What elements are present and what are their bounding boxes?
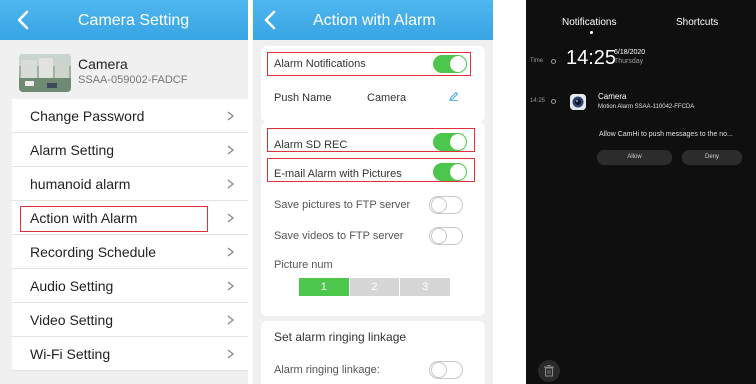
page-title: Camera Setting bbox=[78, 12, 190, 29]
chevron-right-icon bbox=[227, 145, 234, 155]
chevron-right-icon bbox=[227, 247, 234, 257]
toggle-knob bbox=[431, 228, 447, 244]
chevron-right-icon bbox=[227, 349, 234, 359]
page-title: Action with Alarm bbox=[313, 12, 436, 29]
tab-notifications[interactable]: Notifications bbox=[562, 17, 616, 28]
notification-shade-screen: Notifications Shortcuts Time 14:25 6/18/… bbox=[526, 0, 756, 384]
toggle-knob bbox=[431, 197, 447, 213]
push-name-label: Push Name bbox=[274, 92, 332, 104]
edit-pencil-icon[interactable] bbox=[449, 91, 459, 101]
clock-time: 14:25 bbox=[566, 47, 617, 69]
active-tab-indicator bbox=[590, 31, 593, 34]
deny-button[interactable]: Deny bbox=[682, 150, 742, 165]
toggle-knob bbox=[431, 362, 447, 378]
menu-item-label: Alarm Setting bbox=[30, 142, 115, 158]
timeline-dot-icon bbox=[551, 99, 556, 104]
picture-num-option[interactable]: 3 bbox=[400, 278, 451, 296]
ftp-videos-label: Save videos to FTP server bbox=[274, 230, 404, 242]
menu-item-label: Wi-Fi Setting bbox=[30, 346, 111, 362]
menu-item-humanoid-alarm[interactable]: humanoid alarm bbox=[12, 167, 248, 201]
camera-setting-screen: Camera Setting Camera SSAA-059002-FADCF … bbox=[0, 0, 248, 384]
camera-setting-header: Camera Setting bbox=[0, 0, 248, 40]
action-with-alarm-header: Action with Alarm bbox=[253, 0, 493, 40]
menu-item-recording-schedule[interactable]: Recording Schedule bbox=[12, 235, 248, 269]
menu-item-label: Video Setting bbox=[30, 312, 114, 328]
chevron-right-icon bbox=[227, 315, 234, 325]
tab-shortcuts[interactable]: Shortcuts bbox=[676, 17, 718, 28]
camera-thumbnail bbox=[19, 54, 71, 92]
chevron-right-icon bbox=[227, 281, 234, 291]
highlight-box bbox=[267, 128, 475, 152]
permission-prompt: Allow CamHi to push messages to the no..… bbox=[599, 131, 733, 138]
allow-button[interactable]: Allow bbox=[597, 150, 672, 165]
menu-item-video-setting[interactable]: Video Setting bbox=[12, 303, 248, 337]
notification-time-label: 14:25 bbox=[530, 98, 546, 104]
settings-menu: Change Password Alarm Setting humanoid a… bbox=[12, 99, 248, 371]
chevron-right-icon bbox=[227, 179, 234, 189]
chevron-right-icon bbox=[227, 213, 234, 223]
ringing-linkage-label: Alarm ringing linkage: bbox=[274, 364, 380, 376]
device-id: SSAA-059002-FADCF bbox=[78, 74, 188, 86]
menu-item-audio-setting[interactable]: Audio Setting bbox=[12, 269, 248, 303]
back-arrow-icon[interactable] bbox=[261, 9, 281, 31]
push-name-value[interactable]: Camera bbox=[367, 92, 406, 104]
picture-num-selector: 1 2 3 bbox=[299, 278, 451, 296]
camhi-app-icon bbox=[570, 94, 586, 110]
ftp-videos-toggle[interactable] bbox=[429, 227, 463, 245]
menu-item-label: humanoid alarm bbox=[30, 176, 131, 192]
picture-num-option[interactable]: 1 bbox=[299, 278, 349, 296]
highlight-box bbox=[20, 206, 208, 232]
menu-item-label: Recording Schedule bbox=[30, 244, 157, 260]
ftp-pictures-toggle[interactable] bbox=[429, 196, 463, 214]
picture-num-option[interactable]: 2 bbox=[349, 278, 400, 296]
picture-num-label: Picture num bbox=[274, 259, 333, 271]
highlight-box bbox=[267, 52, 471, 76]
clock-day: Thursday bbox=[614, 58, 644, 65]
timeline-time-label: Time bbox=[530, 58, 544, 64]
trash-icon[interactable] bbox=[538, 360, 560, 382]
ringing-linkage-toggle[interactable] bbox=[429, 361, 463, 379]
highlight-box bbox=[267, 158, 475, 182]
chevron-right-icon bbox=[227, 111, 234, 121]
back-arrow-icon[interactable] bbox=[14, 9, 34, 31]
notification-message[interactable]: Motion Alarm SSAA-110042-FFCDA bbox=[598, 104, 694, 110]
ringing-section-header: Set alarm ringing linkage bbox=[274, 330, 407, 344]
menu-item-change-password[interactable]: Change Password bbox=[12, 99, 248, 133]
menu-item-alarm-setting[interactable]: Alarm Setting bbox=[12, 133, 248, 167]
notification-app-name: Camera bbox=[598, 92, 627, 101]
menu-item-label: Audio Setting bbox=[30, 278, 114, 294]
device-name: Camera bbox=[78, 56, 128, 72]
ftp-pictures-label: Save pictures to FTP server bbox=[274, 199, 411, 211]
timeline-dot-icon bbox=[551, 59, 556, 64]
menu-item-wifi-setting[interactable]: Wi-Fi Setting bbox=[12, 337, 248, 371]
clock-date: 6/18/2020 bbox=[614, 49, 646, 56]
menu-item-label: Change Password bbox=[30, 108, 145, 124]
action-with-alarm-screen: Action with Alarm Alarm Notifications Pu… bbox=[253, 0, 493, 384]
